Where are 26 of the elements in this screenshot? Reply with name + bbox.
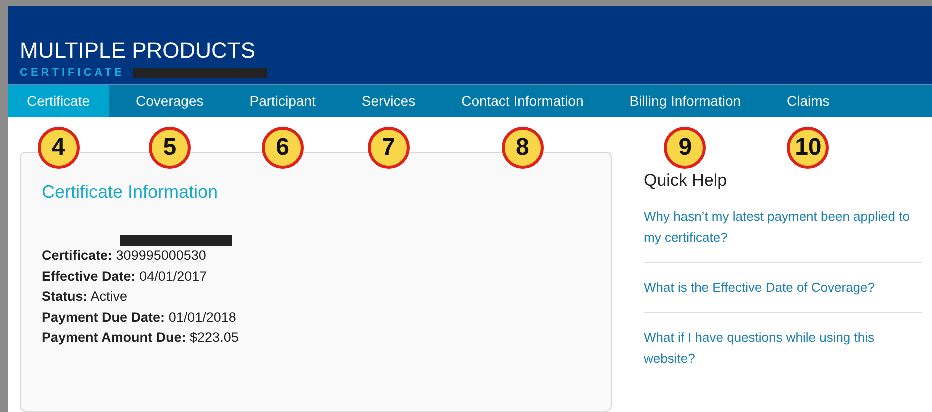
callout-badge: 6 [262, 127, 304, 170]
quick-help-title: Quick Help [644, 170, 728, 192]
help-link[interactable]: What is the Effective Date of Coverage? [644, 262, 922, 312]
callout-badge: 10 [787, 127, 830, 170]
nav-tab[interactable]: Claims [768, 85, 849, 117]
nav-tab[interactable]: Contact Information [442, 85, 603, 117]
info-field: Status: Active [42, 287, 590, 308]
callout-badge: 4 [38, 127, 80, 170]
help-link[interactable]: What if I have questions while using this website? [644, 312, 922, 382]
nav-tab[interactable]: Services [342, 85, 435, 117]
info-field: Effective Date: 04/01/2017 [42, 266, 590, 287]
help-link[interactable]: Why hasn’t my latest payment been applied to my certificate? [644, 206, 922, 262]
page-title: MULTIPLE PRODUCTS [20, 37, 257, 65]
nav-tab[interactable]: Coverages [117, 85, 223, 117]
info-field: Payment Amount Due: $223.05 [42, 328, 590, 348]
callout-badge: 9 [664, 127, 706, 170]
info-field: Certificate: 309995000530 [42, 246, 590, 266]
info-field: Payment Due Date: 01/01/2018 [42, 308, 590, 328]
page-subtitle: CERTIFICATE [20, 66, 125, 81]
callout-badge: 8 [502, 127, 544, 170]
callout-badge: 7 [368, 127, 410, 170]
nav-tab[interactable]: Participant [230, 85, 335, 117]
nav-tab[interactable]: Billing Information [610, 85, 760, 117]
callout-badge: 5 [148, 127, 191, 170]
nav-tab[interactable]: Certificate [8, 85, 110, 117]
card-title: Certificate Information [42, 181, 220, 204]
